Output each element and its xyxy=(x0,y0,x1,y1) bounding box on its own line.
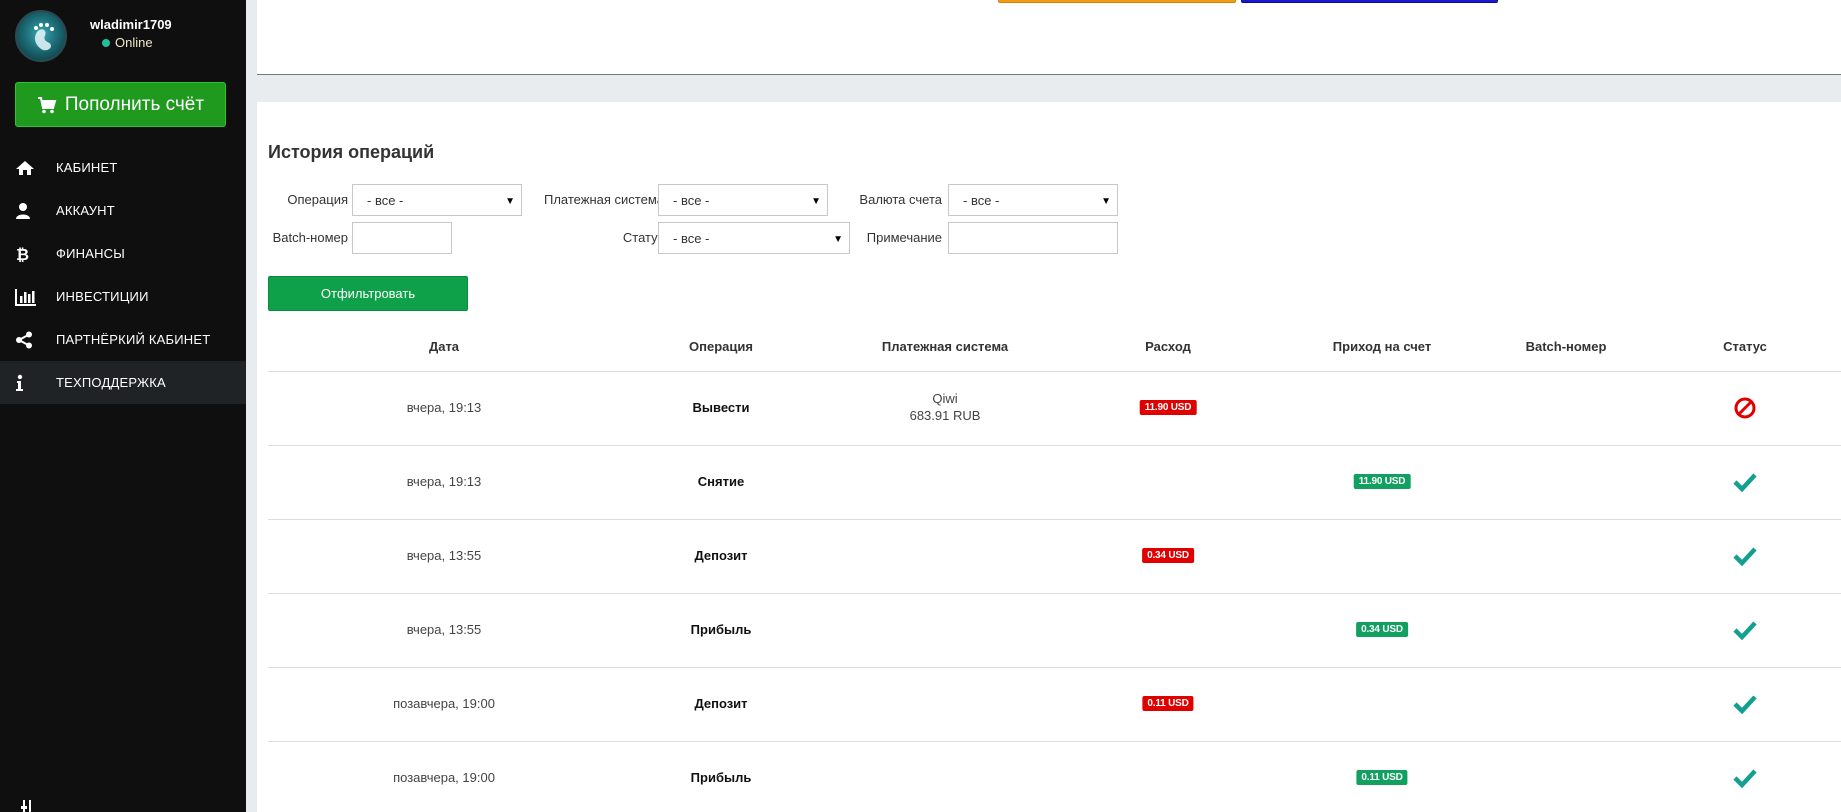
operation-filter-label: Операция xyxy=(287,192,348,207)
row-operation: Депозит xyxy=(694,548,748,563)
username: wladimir1709 xyxy=(90,17,172,32)
bar-chart-icon xyxy=(15,287,41,307)
caret-down-icon: ▼ xyxy=(505,196,515,207)
payment-system-filter-label: Платежная система xyxy=(544,192,664,207)
row-date: вчера, 19:13 xyxy=(406,474,482,489)
check-icon xyxy=(1733,621,1757,641)
expense-badge: 0.34 USD xyxy=(1142,548,1194,563)
note-filter-input[interactable] xyxy=(948,222,1118,254)
sidebar-item-cabinet[interactable]: КАБИНЕТ xyxy=(0,146,246,189)
operations-history-panel: История операций Операция - все - ▼ Плат… xyxy=(257,102,1841,812)
user-panel: wladimir1709 Online xyxy=(0,0,246,72)
top-panel xyxy=(257,0,1841,75)
sidebar-item-label: ФИНАНСЫ xyxy=(56,246,125,261)
page-title: История операций xyxy=(268,142,435,162)
currency-filter-select[interactable]: - все - ▼ xyxy=(948,184,1118,216)
expense-badge: 0.11 USD xyxy=(1142,696,1194,711)
share-icon xyxy=(15,330,41,350)
table-row: вчера, 19:13 Снятие 11.90 USD xyxy=(268,446,1841,520)
sidebar-item-investments[interactable]: ИНВЕСТИЦИИ xyxy=(0,275,246,318)
row-operation: Снятие xyxy=(697,474,745,489)
caret-down-icon: ▼ xyxy=(811,196,821,207)
column-header-operation: Операция xyxy=(689,339,753,354)
table-header: Дата Операция Платежная система Расход П… xyxy=(268,322,1841,372)
column-header-payment-system: Платежная система xyxy=(881,339,1009,354)
column-header-batch: Batch-номер xyxy=(1525,339,1607,354)
sidebar: wladimir1709 Online Пополнить счёт КАБИН… xyxy=(0,0,246,812)
currency-filter-label: Валюта счета xyxy=(859,192,942,207)
blue-action-button[interactable] xyxy=(1241,0,1498,3)
currency-filter-value: - все - xyxy=(963,192,1000,208)
sidebar-item-account[interactable]: АККАУНТ xyxy=(0,189,246,232)
operation-filter-select[interactable]: - все - ▼ xyxy=(352,184,522,216)
check-icon xyxy=(1733,769,1757,789)
operations-table: Дата Операция Платежная система Расход П… xyxy=(268,322,1841,812)
row-date: позавчера, 19:00 xyxy=(393,770,495,785)
income-badge: 11.90 USD xyxy=(1353,474,1411,489)
filter-button[interactable]: Отфильтровать xyxy=(268,276,468,311)
check-icon xyxy=(1733,547,1757,567)
home-icon xyxy=(15,158,41,178)
column-header-status: Статус xyxy=(1723,339,1767,354)
topup-button-label: Пополнить счёт xyxy=(64,93,205,115)
topup-button[interactable]: Пополнить счёт xyxy=(15,82,226,127)
bitcoin-icon: ₿ xyxy=(15,244,41,264)
income-badge: 0.11 USD xyxy=(1356,770,1408,785)
table-row: вчера, 13:55 Прибыль 0.34 USD xyxy=(268,594,1841,668)
sidebar-item-finance[interactable]: ₿ ФИНАНСЫ xyxy=(0,232,246,275)
sidebar-menu: КАБИНЕТ АККАУНТ ₿ ФИНАНСЫ ИНВЕСТИЦИИ ПАР… xyxy=(0,146,246,404)
online-status-dot xyxy=(102,39,110,47)
operation-filter-value: - все - xyxy=(367,192,404,208)
sidebar-item-label: АККАУНТ xyxy=(56,203,115,218)
sidebar-item-label: КАБИНЕТ xyxy=(56,160,118,175)
row-payment-system-amount: 683.91 RUB xyxy=(909,408,981,423)
sidebar-item-label: ТЕХПОДДЕРЖКА xyxy=(56,375,166,390)
expense-badge: 11.90 USD xyxy=(1139,400,1197,415)
status-filter-value: - все - xyxy=(673,230,710,246)
row-date: вчера, 19:13 xyxy=(406,400,482,415)
table-row: позавчера, 19:00 Депозит 0.11 USD xyxy=(268,668,1841,742)
row-payment-system-name: Qiwi xyxy=(932,391,958,406)
sliders-icon[interactable] xyxy=(20,800,34,812)
sidebar-item-label: ИНВЕСТИЦИИ xyxy=(56,289,149,304)
row-operation: Депозит xyxy=(694,696,748,711)
row-date: позавчера, 19:00 xyxy=(393,696,495,711)
cancelled-icon xyxy=(1734,397,1756,419)
payment-system-filter-value: - все - xyxy=(673,192,710,208)
row-operation: Прибыль xyxy=(690,770,752,785)
sidebar-item-label: ПАРТНЁРКИЙ КАБИНЕТ xyxy=(56,332,211,347)
batch-filter-label: Batch-номер xyxy=(272,230,348,245)
user-icon xyxy=(15,201,41,221)
avatar[interactable] xyxy=(15,10,67,62)
table-row: вчера, 19:13 Вывести Qiwi 683.91 RUB 11.… xyxy=(268,372,1841,446)
check-icon xyxy=(1733,473,1757,493)
sidebar-item-partner[interactable]: ПАРТНЁРКИЙ КАБИНЕТ xyxy=(0,318,246,361)
row-date: вчера, 13:55 xyxy=(406,622,482,637)
row-date: вчера, 13:55 xyxy=(406,548,482,563)
batch-filter-input[interactable] xyxy=(352,222,452,254)
orange-action-button[interactable] xyxy=(998,0,1236,3)
row-operation: Прибыль xyxy=(690,622,752,637)
check-icon xyxy=(1733,695,1757,715)
svg-text:₿: ₿ xyxy=(16,245,29,263)
cart-icon xyxy=(37,96,57,113)
row-operation: Вывести xyxy=(692,400,750,415)
table-row: вчера, 13:55 Депозит 0.34 USD xyxy=(268,520,1841,594)
caret-down-icon: ▼ xyxy=(1101,196,1111,207)
status-filter-label: Статус xyxy=(622,230,664,245)
note-filter-label: Примечание xyxy=(866,230,942,245)
info-icon xyxy=(15,373,41,393)
income-badge: 0.34 USD xyxy=(1356,622,1408,637)
column-header-income: Приход на счет xyxy=(1332,339,1432,354)
online-status-text: Online xyxy=(115,35,153,50)
avatar-logo-icon xyxy=(34,23,54,51)
row-payment-system: Qiwi 683.91 RUB xyxy=(910,390,981,424)
sidebar-item-support[interactable]: ТЕХПОДДЕРЖКА xyxy=(0,361,246,404)
column-header-date: Дата xyxy=(428,339,460,354)
column-header-expense: Расход xyxy=(1145,339,1191,354)
status-filter-select[interactable]: - все - ▼ xyxy=(658,222,850,254)
table-row: позавчера, 19:00 Прибыль 0.11 USD xyxy=(268,742,1841,812)
payment-system-filter-select[interactable]: - все - ▼ xyxy=(658,184,828,216)
